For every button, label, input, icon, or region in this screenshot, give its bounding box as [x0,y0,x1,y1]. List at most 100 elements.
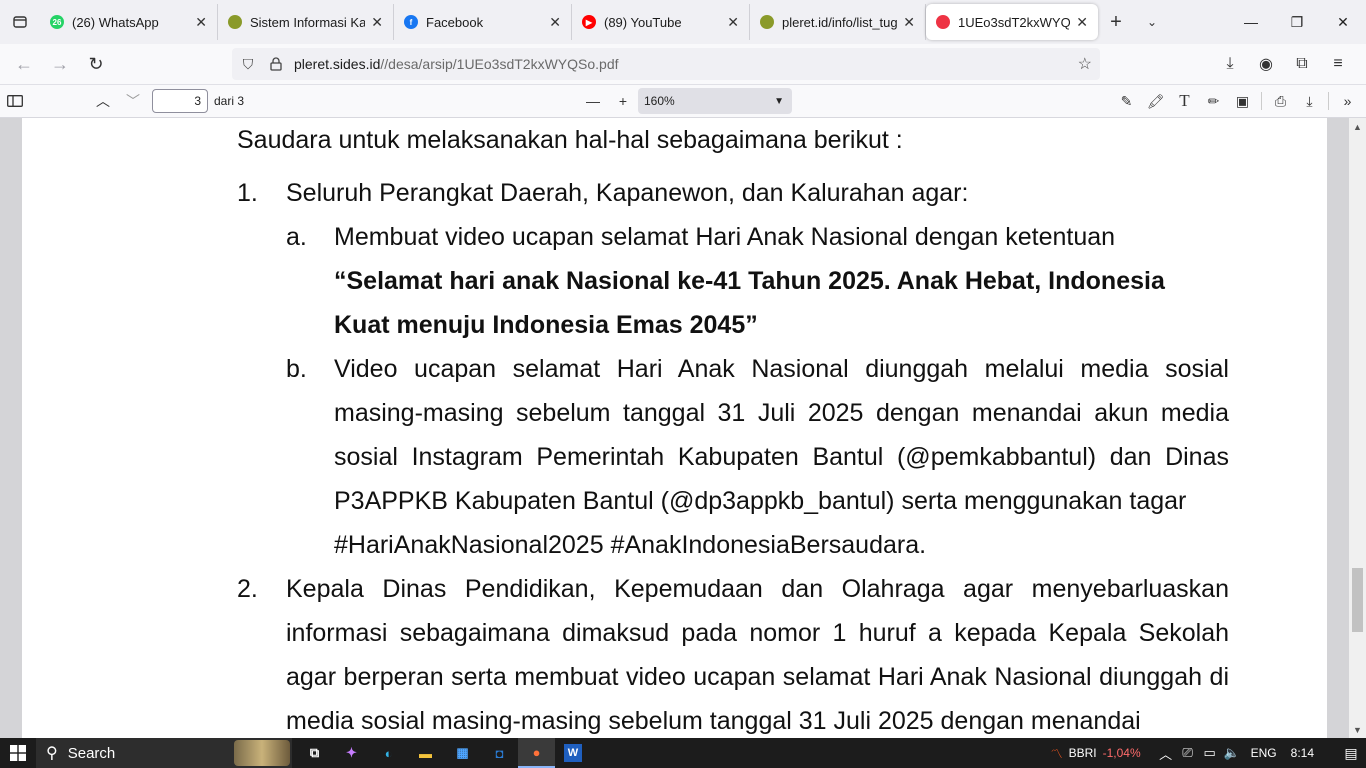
close-tab-icon[interactable]: ✕ [549,14,561,31]
image-icon[interactable]: ▣ [1228,87,1257,115]
close-tab-icon[interactable]: ✕ [727,14,739,31]
clock[interactable]: 8:14 [1291,746,1314,760]
tab-list-icon [13,16,27,28]
pdf-viewer[interactable]: Saudara untuk melaksanakan hal-hal sebag… [0,118,1366,738]
government-seal-icon [228,15,242,29]
bold-quote-line: Kuat menuju Indonesia Emas 2045” [334,311,758,339]
highlight-icon[interactable]: 🖍 [1141,87,1170,115]
scroll-up-icon[interactable]: ▲ [1349,118,1366,135]
url-text[interactable]: pleret.sides.id//desa/arsip/1UEo3sdT2kxW… [294,56,619,72]
tab-list-button[interactable] [0,0,40,44]
vertical-scrollbar[interactable]: ▲ ▼ [1349,118,1366,738]
lock-icon[interactable] [262,57,290,71]
browser-tab[interactable]: 1UEo3sdT2kxWYQSo.p ✕ [926,4,1098,40]
previous-page-icon[interactable]: ︿ [88,87,118,115]
navigation-bar: ← → ↻ ⛉ pleret.sides.id//desa/arsip/1UEo… [0,44,1366,84]
stock-change: -1,04% [1102,746,1141,760]
reload-button[interactable]: ↻ [78,46,114,82]
save-icon[interactable]: ⤓ [1295,87,1324,115]
back-button[interactable]: ← [6,46,42,82]
zoom-value: 160% [644,94,675,108]
intro-paragraph: Saudara untuk melaksanakan hal-hal sebag… [237,126,903,154]
new-tab-button[interactable]: + [1098,11,1134,34]
address-bar[interactable]: ⛉ pleret.sides.id//desa/arsip/1UEo3sdT2k… [232,48,1100,80]
notifications-icon[interactable]: ▤ [1336,745,1366,762]
sidebar-toggle-icon[interactable] [0,87,30,115]
network-icon[interactable]: ▭ [1199,745,1221,761]
store-icon[interactable]: ▦ [444,738,481,768]
firefox-icon[interactable]: ● [518,738,555,768]
windows-logo-icon [10,745,26,761]
search-icon: ⚲ [46,745,58,762]
start-button[interactable] [0,738,36,768]
browser-tab[interactable]: Sistem Informasi Kalura ✕ [218,4,394,40]
search-label: Search [67,744,116,762]
chevron-up-icon[interactable]: ︿ [1155,744,1177,763]
bookmark-star-icon[interactable]: ☆ [1078,54,1092,74]
item-number: 1. [237,179,258,207]
sign-icon[interactable]: ✎ [1112,87,1141,115]
sub-item-text: Membuat video ucapan selamat Hari Anak N… [334,223,1116,251]
tracking-shield-icon[interactable]: ⛉ [234,56,262,73]
stock-chart-icon: 〽 [1050,746,1063,761]
scroll-down-icon[interactable]: ▼ [1349,721,1366,738]
browser-tab[interactable]: pleret.id/info/list_tugas ✕ [750,4,926,40]
hashtags-line: #HariAnakNasional2025 #AnakIndonesiaBers… [334,531,927,559]
account-icon[interactable]: ◉ [1248,48,1284,80]
more-tools-icon[interactable]: » [1333,87,1362,115]
close-tab-icon[interactable]: ✕ [903,14,915,31]
page-count: dari 3 [214,94,245,108]
pdf-page: Saudara untuk melaksanakan hal-hal sebag… [22,118,1327,738]
zoom-in-icon[interactable]: + [608,87,638,115]
pdf-app-icon [936,15,950,29]
pdf-toolbar: ︿ ﹀ 3 dari 3 — + 160% ▼ ✎ 🖍 T ✏ ▣ ⎙ ⤓ » [0,84,1366,118]
restore-button[interactable]: ❐ [1274,0,1320,44]
browser-tab[interactable]: 26 (26) WhatsApp ✕ [40,4,218,40]
tab-title: (89) YouTube [604,14,682,30]
copilot-icon[interactable]: ✦ [333,738,370,768]
page-number-input[interactable]: 3 [152,89,208,113]
forward-button[interactable]: → [42,46,78,82]
item-text: Kepala Dinas Pendidikan, Kepemudaan dan … [286,575,1229,735]
stock-widget[interactable]: 〽 BBRI -1,04% [1051,745,1141,762]
word-icon[interactable]: W [564,744,582,762]
browser-tab[interactable]: f Facebook ✕ [394,4,572,40]
draw-icon[interactable]: ✏ [1199,87,1228,115]
extensions-icon[interactable]: ⧉ [1284,48,1320,80]
text-tool-icon[interactable]: T [1170,87,1199,115]
outlook-icon[interactable]: ◘ [481,738,518,768]
print-icon[interactable]: ⎙ [1266,87,1295,115]
tab-strip: 26 (26) WhatsApp ✕ Sistem Informasi Kalura ✕… [0,0,1366,44]
close-tab-icon[interactable]: ✕ [371,14,383,31]
tab-title: Sistem Informasi Kalura [250,14,366,30]
toolbar-divider [1328,92,1329,110]
sub-item-letter: a. [286,223,307,251]
close-window-button[interactable]: ✕ [1320,0,1366,44]
next-page-icon[interactable]: ﹀ [118,87,148,115]
meet-now-icon[interactable]: ⎚ [1177,745,1199,761]
close-tab-icon[interactable]: ✕ [1076,14,1088,31]
close-tab-icon[interactable]: ✕ [195,14,207,31]
zoom-select[interactable]: 160% ▼ [638,88,792,114]
zoom-out-icon[interactable]: — [578,87,608,115]
input-language[interactable]: ENG [1251,746,1277,760]
downloads-icon[interactable]: ⤓ [1212,48,1248,80]
volume-icon[interactable]: 🔈 [1221,745,1243,761]
sub-item-letter: b. [286,355,307,383]
bold-quote-line: “Selamat hari anak Nasional ke-41 Tahun … [334,267,1165,295]
task-view-icon[interactable]: ⧉ [296,738,333,768]
menu-icon[interactable]: ≡ [1320,48,1356,80]
facebook-icon: f [404,15,418,29]
taskbar-search[interactable]: ⚲ Search [36,738,292,768]
sub-item-text: Video ucapan selamat Hari Anak Nasional … [334,355,1229,515]
scrollbar-thumb[interactable] [1352,568,1363,632]
minimize-button[interactable]: — [1228,0,1274,44]
tab-overflow-chevron-icon[interactable]: ⌄ [1134,15,1170,29]
file-explorer-icon[interactable]: ▬ [407,738,444,768]
browser-tab[interactable]: ▶ (89) YouTube ✕ [572,4,750,40]
whatsapp-icon: 26 [50,15,64,29]
edge-icon[interactable]: ◐ [370,738,407,768]
government-seal-icon [760,15,774,29]
system-tray: 〽 BBRI -1,04% ︿ ⎚ ▭ 🔈 ENG 8:14 ▤ [1051,738,1366,768]
tab-title: 1UEo3sdT2kxWYQSo.p [958,14,1071,30]
